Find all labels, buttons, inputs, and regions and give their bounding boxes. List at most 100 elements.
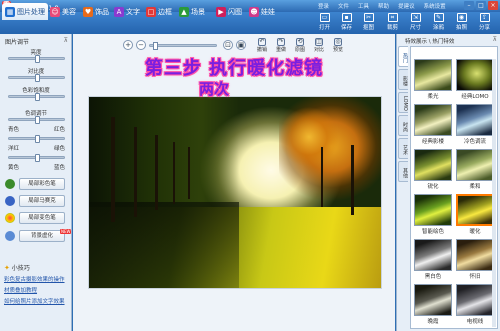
effect-label: 怀旧 [469,274,481,280]
effect-preview-image [456,284,494,316]
menu-help[interactable]: 帮助 [378,2,389,10]
tab-scene[interactable]: ▲ 场景 [176,3,208,20]
menu-tools[interactable]: 工具 [358,2,369,10]
cutout-button[interactable]: ✂ 抠图 [358,13,379,34]
tab-ornament[interactable]: ♥ 饰品 [80,3,112,20]
yellow-blue-slider[interactable] [8,154,65,162]
zoom-out-icon[interactable]: − [136,40,146,50]
local-mosaic-button[interactable]: 局部马赛克 [3,195,69,207]
tip-link[interactable]: 材质叠加教程 [4,286,70,294]
effect-thumbnail[interactable]: 冷色调流 [456,104,494,145]
edit-toolbar: + − ⊡ ▣ ↶ 撤销 ↷ 重做 ⟲ 原图 ◫ 对比 ◎ 预览 [73,37,395,55]
brightness-slider[interactable] [8,55,65,63]
brush-button[interactable]: ✎ 涂鸦 [428,13,449,34]
original-icon: ⟲ [296,38,304,46]
category-tab-other[interactable]: 其他 [398,161,408,182]
effect-thumbnail[interactable]: 锐化 [414,149,452,190]
cyan-red-slider[interactable] [8,116,65,124]
slider-knob[interactable] [35,55,40,63]
tab-beauty[interactable]: ☺ 美容 [47,3,79,20]
crop-button[interactable]: ⌗ 裁剪 [382,13,403,34]
maximize-icon[interactable]: □ [476,1,486,10]
top-menu: 登录 文件 工具 帮助 提建议 系统设置 [318,2,446,10]
tab-frame[interactable]: □ 边框 [143,3,175,20]
crop-icon: ⌗ [387,13,398,22]
undo-button[interactable]: ↶ 撤销 [254,38,270,55]
category-tab-fashion[interactable]: 时尚 [398,115,408,136]
share-button[interactable]: ⇪ 分享 [474,13,495,34]
preview-button[interactable]: ◎ 预览 [330,38,346,55]
camera-icon: ◉ [456,13,467,22]
menu-file[interactable]: 文件 [338,2,349,10]
tab-label: 娃娃 [261,7,275,16]
original-button[interactable]: ⟲ 原图 [292,38,308,55]
photo-canopy [279,102,339,172]
open-button[interactable]: ▭ 打开 [314,13,335,34]
zoom-in-icon[interactable]: + [123,40,133,50]
effect-thumbnail[interactable]: 黑白色 [414,239,452,280]
slider-knob[interactable] [35,154,40,162]
effects-scrollbar[interactable] [492,59,496,327]
tip-link[interactable]: 如何给照片添加文字效果 [4,297,70,305]
step-caption-line2: 两次 [198,80,229,98]
effect-label: 锐化 [427,184,439,190]
background-blur-button[interactable]: 背景虚化 NEW [3,229,72,242]
tab-label: 饰品 [95,7,109,16]
effect-thumbnail[interactable]: 柔和 [456,149,494,190]
redo-button[interactable]: ↷ 重做 [273,38,289,55]
magenta-green-slider[interactable] [8,135,65,143]
fit-window-icon[interactable]: ⊡ [223,40,233,50]
effect-preview-image [456,194,494,226]
effect-thumbnail[interactable]: 柔光 [414,59,452,100]
compare-button[interactable]: ◫ 对比 [311,38,327,55]
recolor-pen-icon [5,213,15,223]
tree-trunk [188,147,190,199]
effect-thumbnail[interactable]: 晚霞 [414,284,452,325]
category-tab-studio[interactable]: 影楼 [398,69,408,90]
share-icon: ⇪ [479,13,490,22]
yellow-blue-labels: 黄色 蓝色 [8,165,65,171]
actual-size-icon[interactable]: ▣ [236,40,246,50]
effect-thumbnail[interactable]: 智能绘色 [414,194,452,235]
zoom-slider[interactable] [149,42,217,50]
camera-button[interactable]: ◉ 拍照 [451,13,472,34]
slider-knob[interactable] [35,116,40,124]
photo-canvas[interactable] [88,96,382,289]
close-icon[interactable]: × [488,1,498,10]
local-color-pen-button[interactable]: 局部彩色笔 [3,178,69,190]
pin-icon[interactable]: ⊼ [493,36,497,43]
effect-thumbnail[interactable]: 电视线 [456,284,494,325]
effect-preview-image [414,239,452,271]
local-recolor-pen-button[interactable]: 局部变色笔 [3,212,69,224]
effect-thumbnail[interactable]: 怀旧 [456,239,494,280]
menu-login[interactable]: 登录 [318,2,329,10]
effect-thumbnail[interactable]: 经典LOMO [456,59,494,100]
save-button[interactable]: ▪ 保存 [336,13,357,34]
category-tab-lomo[interactable]: LOMO [398,92,408,113]
tab-text[interactable]: A 文字 [111,3,143,20]
menu-feedback[interactable]: 提建议 [398,2,415,10]
step-caption: 第三步 执行暖化滤镜 两次 [76,58,392,98]
panel-title: 图片调节 [5,39,30,46]
mosaic-icon [5,196,15,206]
category-tab-hot[interactable]: 热门 [398,46,408,67]
tab-doll[interactable]: ☻ 娃娃 [246,3,278,20]
color-pen-icon [5,179,15,189]
effects-panel: 特效展示 \ 热门特效 ⊼ 热门 影楼 LOMO 时尚 艺术 其他 柔光 经典LO… [396,34,500,331]
minimize-icon[interactable]: – [464,1,474,10]
effect-thumbnail[interactable]: 暖化 [456,194,494,235]
pin-icon[interactable]: ⊼ [64,37,68,44]
zoom-knob[interactable] [153,42,158,50]
tab-image-processing[interactable]: ▦ 图片处理 [2,3,48,20]
effect-thumbnail[interactable]: 经典影楼 [414,104,452,145]
menu-settings[interactable]: 系统设置 [424,2,446,10]
tree-trunk [351,145,354,215]
tab-flash[interactable]: ▶ 闪图 [213,3,245,20]
slider-knob[interactable] [35,135,40,143]
resize-button[interactable]: ⇲ 尺寸 [405,13,426,34]
contrast-slider[interactable] [8,74,65,82]
effect-preview-image [456,149,494,181]
cyan-red-labels: 青色 红色 [8,127,65,133]
tip-link[interactable]: 彩色复古摄影效果的操作 [4,275,70,283]
category-tab-art[interactable]: 艺术 [398,138,408,159]
